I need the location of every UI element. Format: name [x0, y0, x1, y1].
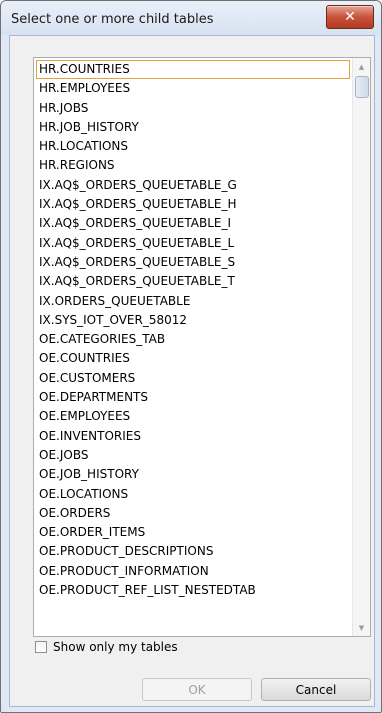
list-item[interactable]: IX.AQ$_ORDERS_QUEUETABLE_H [36, 195, 350, 214]
list-item[interactable]: OE.PRODUCT_DESCRIPTIONS [36, 542, 350, 561]
cancel-button[interactable]: Cancel [261, 678, 371, 701]
list-item[interactable]: IX.AQ$_ORDERS_QUEUETABLE_G [36, 176, 350, 195]
list-item[interactable]: OE.COUNTRIES [36, 349, 350, 368]
list-item[interactable]: OE.LOCATIONS [36, 485, 350, 504]
dialog-content: HR.COUNTRIES HR.EMPLOYEES HR.JOBS HR.JOB_HI… [9, 35, 375, 707]
dialog-title: Select one or more child tables [11, 12, 214, 27]
list-item[interactable]: HR.LOCATIONS [36, 137, 350, 156]
list-item[interactable]: HR.EMPLOYEES [36, 79, 350, 98]
list-item[interactable]: OE.JOB_HISTORY [36, 465, 350, 484]
list-item[interactable]: IX.AQ$_ORDERS_QUEUETABLE_T [36, 272, 350, 291]
list-item[interactable]: IX.AQ$_ORDERS_QUEUETABLE_L [36, 234, 350, 253]
list-item[interactable]: OE.ORDERS [36, 504, 350, 523]
child-tables-list[interactable]: HR.COUNTRIES HR.EMPLOYEES HR.JOBS HR.JOB_HI… [33, 57, 371, 637]
vertical-scrollbar[interactable]: ▲ ▼ [352, 58, 370, 636]
list-item[interactable]: OE.DEPARTMENTS [36, 388, 350, 407]
list-item[interactable]: OE.INVENTORIES [36, 427, 350, 446]
ok-button[interactable]: OK [142, 678, 252, 701]
list-item[interactable]: OE.EMPLOYEES [36, 407, 350, 426]
list-item[interactable]: OE.CUSTOMERS [36, 369, 350, 388]
close-icon: ✕ [344, 9, 356, 25]
list-item[interactable]: OE.CATEGORIES_TAB [36, 330, 350, 349]
list-item[interactable]: OE.PRODUCT_REF_LIST_NESTEDTAB [36, 581, 350, 600]
list-items: HR.COUNTRIES HR.EMPLOYEES HR.JOBS HR.JOB_HI… [36, 60, 350, 600]
scroll-down-arrow-icon[interactable]: ▼ [353, 619, 370, 636]
list-item[interactable]: IX.AQ$_ORDERS_QUEUETABLE_I [36, 214, 350, 233]
dialog-window: Select one or more child tables ✕ HR.COU… [0, 0, 382, 713]
list-item[interactable]: IX.AQ$_ORDERS_QUEUETABLE_S [36, 253, 350, 272]
list-item[interactable]: OE.PRODUCT_INFORMATION [36, 562, 350, 581]
list-item[interactable]: IX.ORDERS_QUEUETABLE [36, 292, 350, 311]
scroll-thumb[interactable] [355, 76, 369, 98]
list-item[interactable]: OE.ORDER_ITEMS [36, 523, 350, 542]
list-item[interactable]: OE.JOBS [36, 446, 350, 465]
scroll-up-arrow-icon[interactable]: ▲ [353, 58, 370, 75]
list-item[interactable]: IX.SYS_IOT_OVER_58012 [36, 311, 350, 330]
list-item[interactable]: HR.COUNTRIES [36, 60, 350, 80]
list-item[interactable]: HR.JOB_HISTORY [36, 118, 350, 137]
close-button[interactable]: ✕ [326, 5, 374, 29]
title-bar[interactable]: Select one or more child tables ✕ [1, 1, 381, 35]
show-only-my-tables-checkbox[interactable] [35, 641, 47, 653]
show-only-my-tables-row[interactable]: Show only my tables [35, 640, 178, 654]
list-item[interactable]: HR.JOBS [36, 99, 350, 118]
list-item[interactable]: HR.REGIONS [36, 156, 350, 175]
show-only-my-tables-label: Show only my tables [53, 640, 178, 654]
